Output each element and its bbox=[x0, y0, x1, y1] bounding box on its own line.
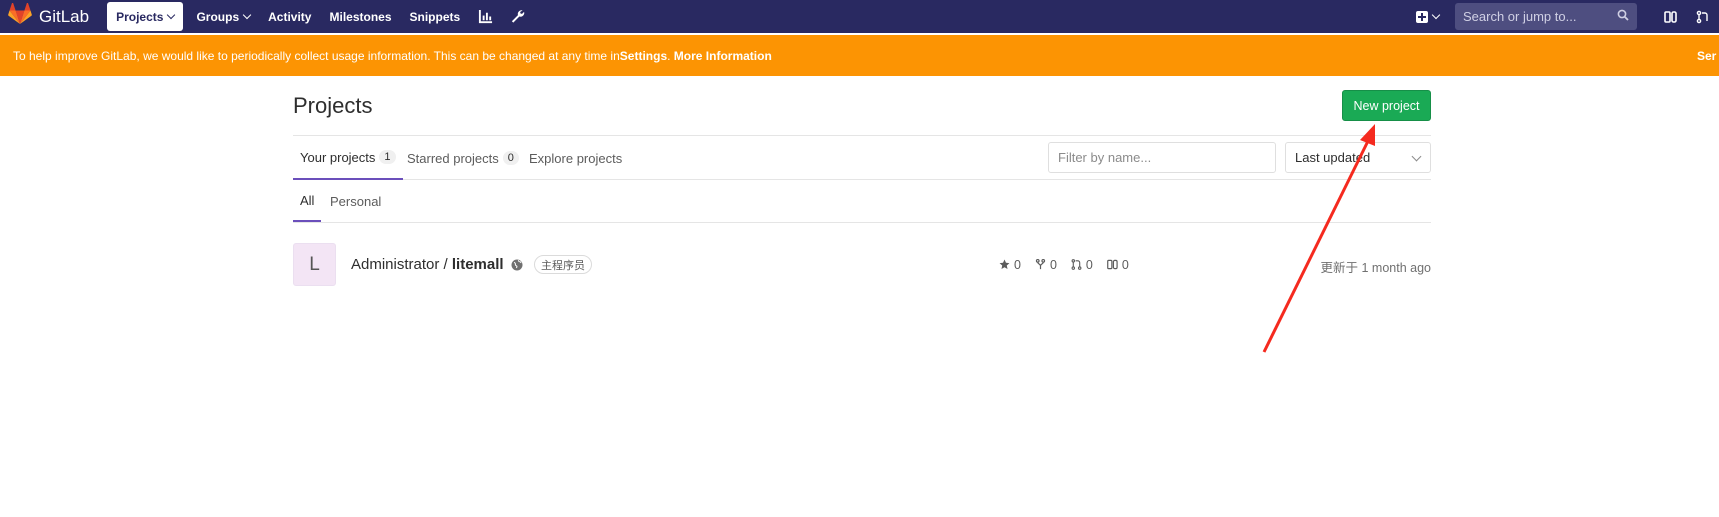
merge-requests-count-link[interactable]: 0 bbox=[1071, 258, 1093, 272]
filter-placeholder: Filter by name... bbox=[1058, 150, 1152, 165]
issues-icon[interactable] bbox=[1655, 0, 1687, 33]
chevron-down-icon bbox=[1411, 151, 1422, 162]
project-updated-time: 更新于 1 month ago bbox=[1320, 261, 1431, 275]
issues-icon bbox=[1106, 259, 1118, 270]
project-namespace: Administrator / bbox=[351, 256, 452, 273]
projects-tabs: Your projects 1 Starred projects 0 Explo… bbox=[293, 135, 1431, 180]
tab-your-projects-label: Your projects bbox=[300, 149, 376, 165]
wrench-icon[interactable] bbox=[501, 2, 533, 31]
tab-explore-projects[interactable]: Explore projects bbox=[529, 136, 622, 180]
gitlab-home-link[interactable]: GitLab bbox=[8, 0, 89, 33]
stars-count-link[interactable]: 0 bbox=[999, 258, 1021, 272]
search-input[interactable]: Search or jump to... bbox=[1455, 3, 1637, 30]
access-level-badge: 主程序员 bbox=[534, 255, 592, 274]
new-item-dropdown[interactable] bbox=[1416, 10, 1441, 23]
stars-count: 0 bbox=[1014, 257, 1021, 272]
nav-projects-label: Projects bbox=[116, 9, 164, 24]
chart-icon[interactable] bbox=[469, 2, 501, 31]
banner-settings-button[interactable]: Ser bbox=[1697, 35, 1716, 76]
top-navbar: GitLab Projects Groups Activity Mileston… bbox=[0, 0, 1719, 33]
tab-starred-projects-count: 0 bbox=[502, 151, 519, 165]
banner-separator: . bbox=[667, 48, 674, 63]
tab-your-projects[interactable]: Your projects 1 bbox=[293, 136, 403, 180]
forks-count-link[interactable]: 0 bbox=[1035, 258, 1057, 272]
usage-ping-banner: To help improve GitLab, we would like to… bbox=[0, 35, 1719, 76]
merge-request-icon bbox=[1071, 259, 1082, 270]
nav-groups-dropdown[interactable]: Groups bbox=[187, 2, 259, 31]
filter-by-name-input[interactable]: Filter by name... bbox=[1048, 142, 1276, 173]
sort-dropdown[interactable]: Last updated bbox=[1285, 142, 1431, 173]
nav-groups-label: Groups bbox=[196, 9, 240, 24]
subtab-all[interactable]: All bbox=[293, 180, 322, 222]
tab-starred-projects-label: Starred projects bbox=[407, 150, 499, 166]
star-icon bbox=[999, 259, 1010, 269]
new-project-button[interactable]: New project bbox=[1342, 90, 1431, 121]
fork-icon bbox=[1035, 259, 1046, 270]
project-name-link[interactable]: Administrator / litemall bbox=[351, 256, 504, 273]
merge-request-icon[interactable] bbox=[1687, 0, 1719, 33]
banner-more-information-link[interactable]: More Information bbox=[674, 49, 772, 63]
gitlab-logo-icon bbox=[8, 2, 32, 30]
search-icon bbox=[1617, 8, 1629, 26]
chevron-down-icon bbox=[167, 10, 176, 20]
sort-selected-label: Last updated bbox=[1295, 150, 1371, 165]
search-placeholder: Search or jump to... bbox=[1463, 9, 1577, 24]
tab-explore-projects-label: Explore projects bbox=[529, 150, 623, 166]
subtab-personal[interactable]: Personal bbox=[330, 180, 381, 222]
brand-name: GitLab bbox=[39, 6, 90, 26]
nav-snippets-link[interactable]: Snippets bbox=[401, 2, 470, 31]
chevron-down-icon bbox=[1431, 10, 1441, 20]
chevron-down-icon bbox=[242, 10, 252, 20]
issues-count: 0 bbox=[1121, 257, 1129, 272]
project-avatar[interactable]: L bbox=[293, 243, 336, 286]
forks-count: 0 bbox=[1049, 257, 1057, 272]
tab-starred-projects[interactable]: Starred projects 0 bbox=[407, 136, 519, 180]
banner-settings-link[interactable]: Settings bbox=[620, 49, 667, 63]
nav-projects-dropdown[interactable]: Projects bbox=[107, 2, 184, 31]
nav-activity-link[interactable]: Activity bbox=[259, 2, 320, 31]
page-title: Projects bbox=[293, 93, 373, 118]
issues-count-link[interactable]: 0 bbox=[1106, 257, 1129, 272]
project-row: L Administrator / litemall 主程序员 0 0 0 0 bbox=[293, 243, 1431, 287]
plus-square-icon bbox=[1416, 10, 1428, 23]
project-name: litemall bbox=[451, 256, 504, 273]
merge-requests-count: 0 bbox=[1085, 257, 1093, 272]
tab-your-projects-count: 1 bbox=[379, 150, 396, 164]
globe-icon bbox=[511, 258, 523, 271]
nav-milestones-link[interactable]: Milestones bbox=[320, 2, 400, 31]
projects-subtabs: All Personal bbox=[293, 180, 1431, 223]
banner-text: To help improve GitLab, we would like to… bbox=[13, 48, 620, 63]
project-stats: 0 0 0 0 bbox=[999, 256, 1143, 273]
